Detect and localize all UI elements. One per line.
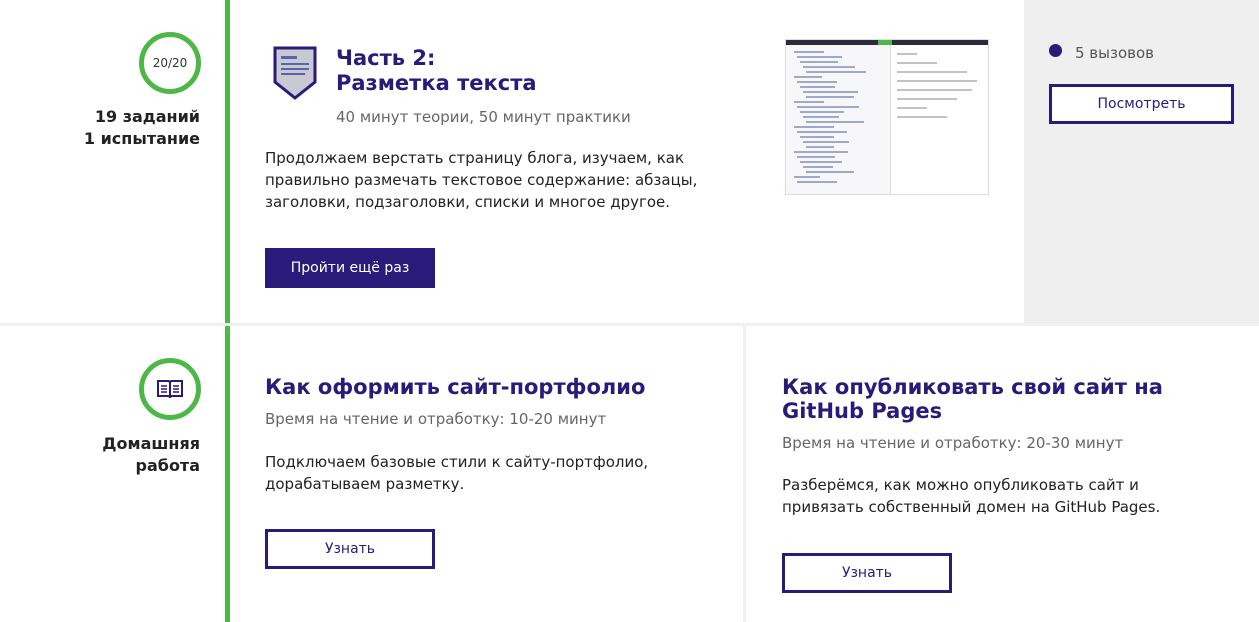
preview-code-line xyxy=(800,86,835,88)
preview-code-line xyxy=(797,156,835,158)
preview-code-line xyxy=(794,101,824,103)
trials-count: 1 испытание xyxy=(83,129,200,148)
homework-label: Домашняя работа xyxy=(102,433,200,477)
preview-code-line xyxy=(803,141,849,143)
preview-text-line xyxy=(897,116,947,118)
preview-editor xyxy=(786,45,890,194)
preview-code-line xyxy=(797,181,837,183)
homework-circle xyxy=(139,358,201,420)
retry-button[interactable]: Пройти ещё раз xyxy=(265,248,435,288)
preview-code-line xyxy=(797,81,837,83)
preview-code-line xyxy=(797,106,859,108)
lesson-duration: 40 минут теории, 50 минут практики xyxy=(336,108,631,126)
preview-code-line xyxy=(794,176,820,178)
lesson-title: Часть 2: Разметка текста xyxy=(336,46,537,96)
preview-code-line xyxy=(803,91,858,93)
progress-text: 20/20 xyxy=(152,56,188,70)
view-button[interactable]: Посмотреть xyxy=(1049,84,1234,124)
tasks-count: 19 заданий xyxy=(94,107,200,126)
homework-card-2-button[interactable]: Узнать xyxy=(782,553,952,593)
preview-text-line xyxy=(897,53,917,55)
preview-code-line xyxy=(806,96,854,98)
calls-bullet-icon xyxy=(1049,44,1062,57)
preview-code-line xyxy=(806,171,854,173)
preview-code-line xyxy=(794,151,848,153)
homework-card-1-meta: Время на чтение и отработку: 10-20 минут xyxy=(265,410,607,428)
preview-code-line xyxy=(803,116,839,118)
lesson-title-line1: Часть 2: xyxy=(336,46,436,70)
homework-label-line1: Домашняя xyxy=(102,434,200,453)
book-icon xyxy=(157,380,183,399)
homework-card-1-title[interactable]: Как оформить сайт-портфолио xyxy=(265,375,715,399)
document-shield-icon xyxy=(273,46,317,100)
card-divider xyxy=(743,326,746,622)
preview-code-line xyxy=(800,61,838,63)
preview-code-line xyxy=(806,71,866,73)
preview-text-line xyxy=(897,107,927,109)
preview-code-line xyxy=(797,131,847,133)
preview-code-line xyxy=(797,56,842,58)
preview-code-line xyxy=(794,126,834,128)
preview-text-line xyxy=(897,89,972,91)
preview-text-line xyxy=(897,62,937,64)
preview-text-line xyxy=(897,80,977,82)
section-divider xyxy=(0,323,1259,326)
preview-code-line xyxy=(800,111,844,113)
progress-circle: 20/20 xyxy=(139,32,201,94)
preview-pane xyxy=(890,45,988,194)
lesson-description: Продолжаем верстать страницу блога, изуч… xyxy=(265,149,698,211)
preview-code-line xyxy=(794,51,824,53)
homework-label-line2: работа xyxy=(135,456,200,475)
preview-text-line xyxy=(897,71,967,73)
preview-text-line xyxy=(897,98,957,100)
preview-code-line xyxy=(803,166,833,168)
preview-code-line xyxy=(800,161,842,163)
preview-code-line xyxy=(806,146,834,148)
preview-code-line xyxy=(794,76,822,78)
calls-count: 5 вызовов xyxy=(1075,44,1155,62)
lesson-preview-image[interactable] xyxy=(785,39,989,195)
timeline-line xyxy=(225,0,230,622)
homework-card-2-title[interactable]: Как опубликовать свой сайт на GitHub Pag… xyxy=(782,375,1242,423)
homework-card-2-description: Разберёмся, как можно опубликовать сайт … xyxy=(782,476,1161,516)
lesson-title-line2: Разметка текста xyxy=(336,71,537,95)
preview-code-line xyxy=(803,66,855,68)
lesson-stats: 19 заданий 1 испытание xyxy=(84,106,200,150)
preview-code-line xyxy=(806,121,864,123)
homework-card-1-description: Подключаем базовые стили к сайту-портфол… xyxy=(265,453,649,493)
homework-card-2-meta: Время на чтение и отработку: 20-30 минут xyxy=(782,434,1124,452)
preview-code-line xyxy=(800,136,834,138)
homework-card-1-button[interactable]: Узнать xyxy=(265,529,435,569)
